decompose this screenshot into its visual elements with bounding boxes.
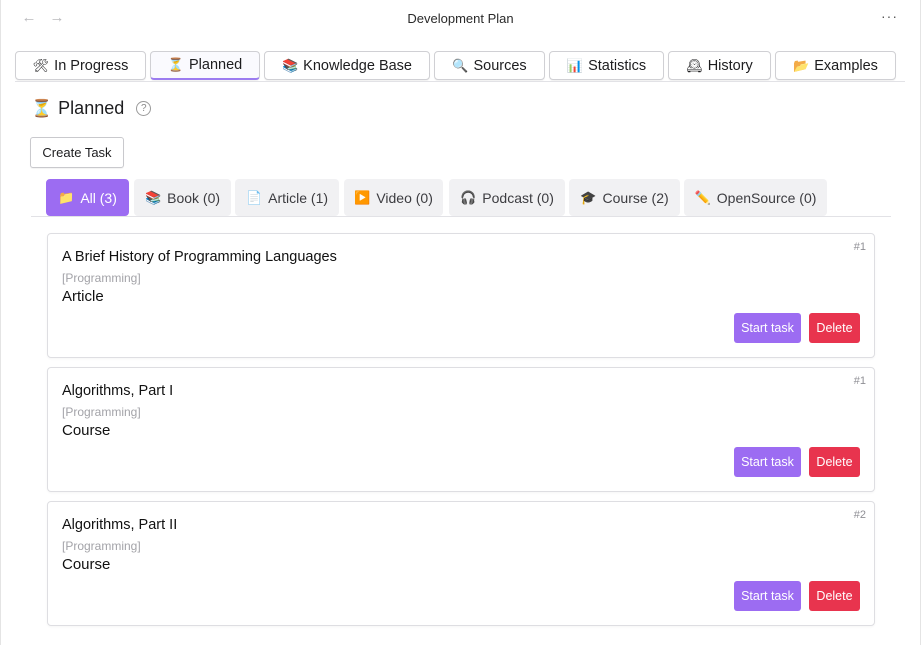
magnifier-icon: 🔍 <box>452 57 469 73</box>
page-icon: 📄 <box>245 189 263 205</box>
tools-icon: 🛠 <box>32 57 50 73</box>
pencil-icon: ✏️ <box>694 189 711 205</box>
tab-label: Statistics <box>588 57 647 74</box>
bar-chart-icon: 📊 <box>566 57 584 73</box>
clock-icon: 🕰 <box>686 57 703 73</box>
filter-label: Article (1) <box>268 189 329 206</box>
window-title: Development Plan <box>407 11 514 26</box>
tab-statistics[interactable]: 📊 Statistics <box>549 51 664 80</box>
tab-label: Planned <box>188 57 243 73</box>
filter-label: Book (0) <box>167 189 221 206</box>
app-window: ← → Development Plan ··· 🛠 In Progress ⏳… <box>0 0 921 645</box>
hourglass-icon: ⏳ <box>31 98 53 118</box>
graduation-cap-icon: 🎓 <box>580 189 597 205</box>
task-number: #1 <box>853 375 866 387</box>
hourglass-icon: ⏳ <box>167 57 184 72</box>
task-card: #2 Algorithms, Part II [Programming] Cou… <box>47 501 875 626</box>
tab-knowledge-base[interactable]: 📚 Knowledge Base <box>264 51 430 80</box>
tab-label: Sources <box>473 57 527 74</box>
tab-label: Knowledge Base <box>303 57 412 74</box>
task-number: #1 <box>853 241 866 253</box>
task-number: #2 <box>853 509 866 521</box>
page-heading: ⏳ Planned ? <box>31 98 152 119</box>
books-icon: 📚 <box>281 57 299 73</box>
task-title: Algorithms, Part II <box>62 517 178 533</box>
page-title: Planned <box>58 98 125 118</box>
filter-podcast[interactable]: 🎧 Podcast (0) <box>449 179 565 216</box>
filters-divider <box>31 216 891 217</box>
delete-button[interactable]: Delete <box>809 313 860 343</box>
help-icon[interactable]: ? <box>136 101 152 116</box>
folder-icon: 📁 <box>58 189 75 205</box>
tab-examples[interactable]: 📂 Examples <box>775 51 896 80</box>
play-icon: ▶️ <box>354 189 371 205</box>
start-task-button[interactable]: Start task <box>734 447 801 477</box>
filter-all[interactable]: 📁 All (3) <box>46 179 129 216</box>
task-card: #1 Algorithms, Part I [Programming] Cour… <box>47 367 875 492</box>
delete-button[interactable]: Delete <box>809 581 860 611</box>
tabs-divider <box>15 81 905 82</box>
task-type: Course <box>62 556 111 573</box>
filter-book[interactable]: 📚 Book (0) <box>134 179 231 216</box>
task-card: #1 A Brief History of Programming Langua… <box>47 233 875 358</box>
filter-label: OpenSource (0) <box>716 189 817 206</box>
filter-label: Podcast (0) <box>482 189 554 206</box>
task-tag: [Programming] <box>62 539 141 553</box>
start-task-button[interactable]: Start task <box>734 581 801 611</box>
title-bar: ← → Development Plan ··· <box>1 0 920 38</box>
tab-sources[interactable]: 🔍 Sources <box>434 51 545 80</box>
filter-label: All (3) <box>80 189 117 206</box>
task-title: Algorithms, Part I <box>62 383 174 399</box>
filter-course[interactable]: 🎓 Course (2) <box>569 179 680 216</box>
tab-label: History <box>707 57 753 74</box>
tab-label: Examples <box>814 57 878 74</box>
create-task-button[interactable]: Create Task <box>30 137 124 168</box>
start-task-button[interactable]: Start task <box>734 313 801 343</box>
tab-label: In Progress <box>54 57 129 74</box>
task-tag: [Programming] <box>62 405 141 419</box>
task-title: A Brief History of Programming Languages <box>62 249 337 265</box>
filter-label: Course (2) <box>602 189 669 206</box>
task-type: Article <box>62 288 104 305</box>
headphones-icon: 🎧 <box>460 189 477 205</box>
task-tag: [Programming] <box>62 271 141 285</box>
filter-video[interactable]: ▶️ Video (0) <box>344 179 443 216</box>
more-options-icon[interactable]: ··· <box>881 8 898 24</box>
tab-history[interactable]: 🕰 History <box>668 51 771 80</box>
filter-opensource[interactable]: ✏️ OpenSource (0) <box>684 179 827 216</box>
filter-label: Video (0) <box>376 189 433 206</box>
delete-button[interactable]: Delete <box>809 447 860 477</box>
books-icon: 📚 <box>144 189 162 205</box>
filter-article[interactable]: 📄 Article (1) <box>235 179 339 216</box>
folder-icon: 📂 <box>793 57 810 73</box>
task-type: Course <box>62 422 111 439</box>
tab-in-progress[interactable]: 🛠 In Progress <box>15 51 146 80</box>
tab-planned[interactable]: ⏳ Planned <box>150 51 260 80</box>
